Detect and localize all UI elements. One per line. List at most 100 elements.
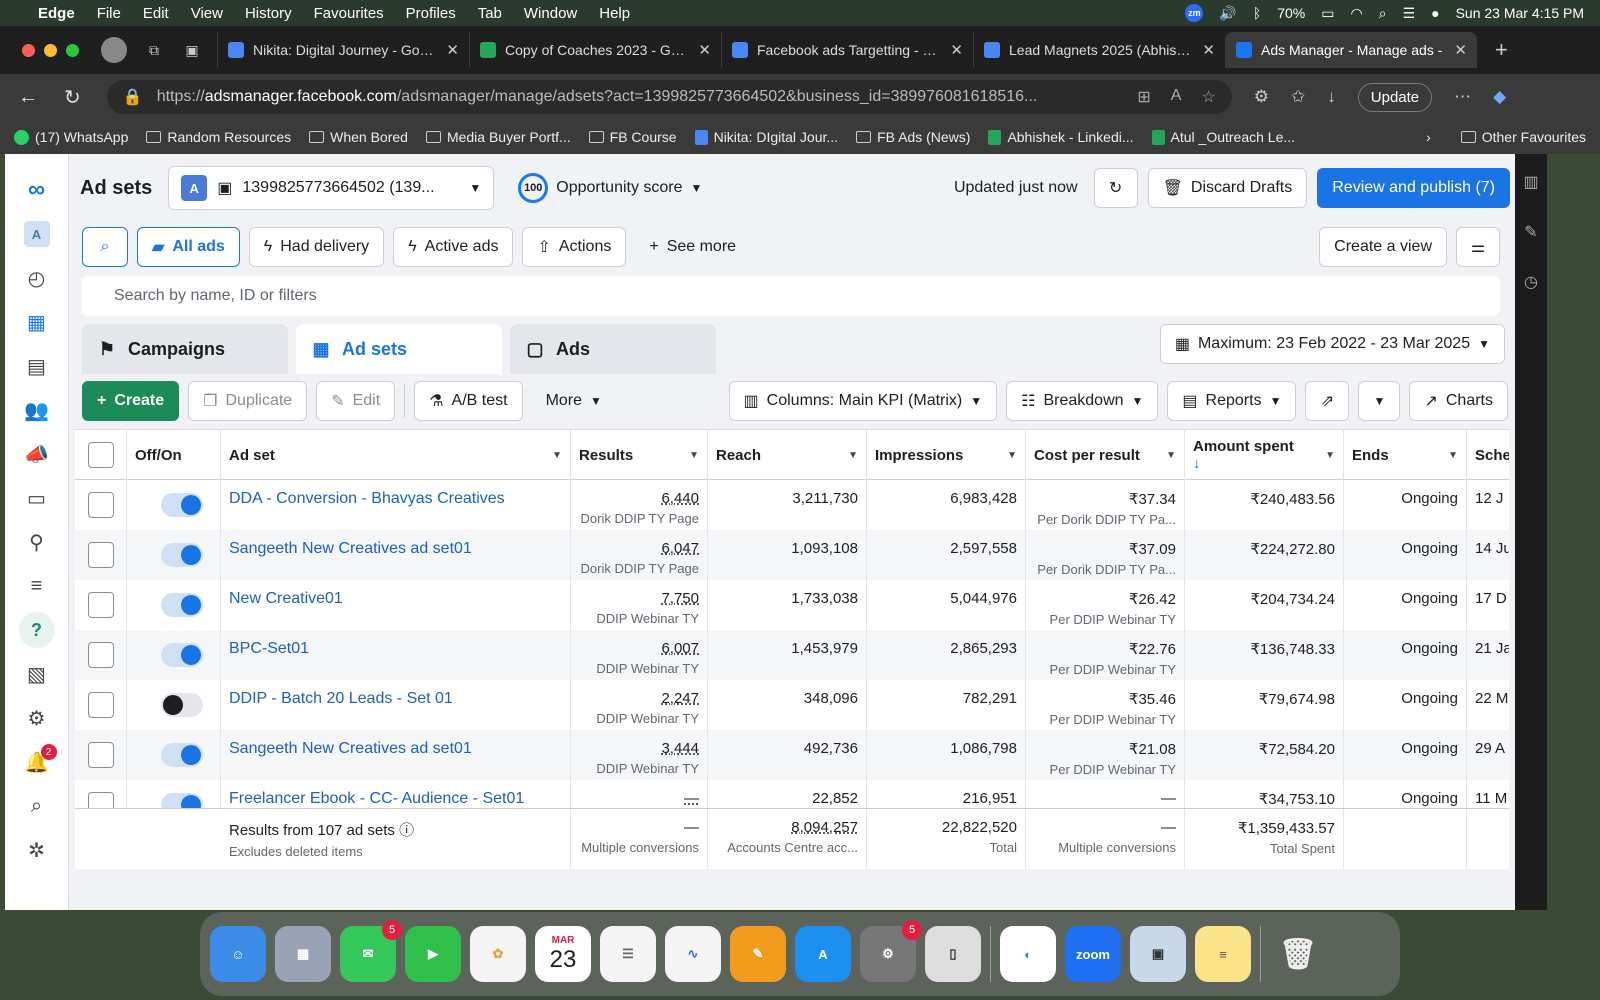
trash-icon[interactable]: 🗑 (1270, 926, 1326, 982)
chevron-right-icon[interactable]: › (1426, 129, 1431, 145)
reports-icon[interactable]: ▤ (17, 346, 57, 386)
favourites-icon[interactable]: ✩ (1291, 87, 1305, 107)
columns-button[interactable]: ▥ Columns: Main KPI (Matrix) ▼ (728, 381, 998, 421)
read-aloud-icon[interactable]: A (1171, 87, 1182, 107)
bug-report-icon[interactable]: ✲ (17, 830, 57, 870)
app-available-icon[interactable]: ⊞ (1137, 87, 1150, 107)
new-tab-button[interactable]: + (1495, 37, 1508, 63)
select-all-checkbox[interactable] (87, 442, 114, 468)
row-checkbox[interactable] (87, 592, 114, 618)
opportunity-score[interactable]: 100 Opportunity score ▼ (518, 173, 702, 203)
menu-profiles[interactable]: Profiles (406, 5, 456, 22)
actions-filter[interactable]: ⇧ Actions (522, 227, 627, 267)
tab-copy-of-coaches[interactable]: Copy of Coaches 2023 - Google ✕ (469, 32, 721, 68)
table-row[interactable]: DDA - Conversion - Bhavyas Creatives 6,44… (75, 480, 1509, 530)
menu-history[interactable]: History (245, 5, 292, 22)
audiences-icon[interactable]: 👥 (17, 390, 57, 430)
row-checkbox[interactable] (87, 742, 114, 768)
refresh-icon[interactable]: ↻ (64, 85, 81, 110)
adset-name-link[interactable]: BPC-Set01 (221, 630, 571, 680)
menu-help[interactable]: Help (599, 5, 630, 22)
sort-caret-icon[interactable]: ▼ (1007, 450, 1017, 461)
export-options-button[interactable]: ▼ (1358, 381, 1401, 421)
profile-avatar[interactable] (101, 37, 127, 63)
close-icon[interactable]: ✕ (1202, 41, 1215, 59)
volume-icon[interactable]: 🔊 (1219, 5, 1236, 22)
battery-percent[interactable]: 70% (1277, 5, 1305, 21)
menu-favourites[interactable]: Favourites (314, 5, 384, 22)
menu-edit[interactable]: Edit (143, 5, 169, 22)
billing-icon[interactable]: ▭ (17, 478, 57, 518)
export-button[interactable]: ⇗ (1305, 381, 1350, 421)
vertical-tabs-icon[interactable]: ▣ (179, 37, 205, 63)
favourite-star-icon[interactable]: ☆ (1201, 87, 1215, 107)
delivery-toggle[interactable] (161, 493, 203, 517)
close-icon[interactable]: ✕ (950, 41, 963, 59)
system-settings-icon[interactable]: ⚙ 5 (860, 920, 922, 982)
menu-view[interactable]: View (191, 5, 223, 22)
control-center-icon[interactable]: ☰ (1403, 5, 1416, 22)
campaigns-table-icon[interactable]: ▦ (17, 302, 57, 342)
preview-icon[interactable]: ▣ (1130, 926, 1186, 982)
tab-adsets[interactable]: ▦ Ad sets (296, 324, 502, 374)
sort-caret-icon[interactable]: ▼ (689, 450, 699, 461)
zoom-status-icon[interactable]: zm (1185, 4, 1204, 22)
news-icon[interactable]: ▧ (17, 654, 57, 694)
finder-icon[interactable]: ☺ (210, 926, 266, 982)
siri-icon[interactable]: ● (1431, 5, 1439, 21)
close-icon[interactable]: ✕ (1454, 41, 1467, 59)
all-ads-filter[interactable]: ▰ All ads (137, 227, 240, 267)
facetime-icon[interactable]: ▶ (405, 926, 461, 982)
sort-caret-icon[interactable]: ▼ (1448, 450, 1458, 461)
messages-icon[interactable]: ✉ 5 (340, 920, 402, 982)
header-reach[interactable]: Reach ▼ (708, 430, 867, 480)
delivery-toggle[interactable] (161, 543, 203, 567)
row-checkbox[interactable] (87, 542, 114, 568)
launchpad-icon[interactable]: ▦ (275, 926, 331, 982)
close-icon[interactable]: ✕ (698, 41, 711, 59)
discard-drafts-button[interactable]: 🗑 Discard Drafts (1147, 168, 1308, 208)
search-icon[interactable]: ⌕ (17, 786, 57, 826)
date-range-picker[interactable]: ▦ Maximum: 23 Feb 2022 - 23 Mar 2025 ▼ (1159, 324, 1505, 364)
copilot-icon[interactable]: ◆ (1493, 87, 1506, 107)
delivery-toggle[interactable] (161, 593, 203, 617)
account-switcher[interactable]: A (17, 214, 57, 254)
edge-browser-icon[interactable]: ◐ (1000, 926, 1056, 982)
bookmark-nikita[interactable]: Nikita: DIgital Jour... (694, 129, 838, 145)
menu-tab[interactable]: Tab (478, 5, 502, 22)
sort-caret-icon[interactable]: ▼ (848, 450, 858, 461)
ad-account-dropdown[interactable]: A ▣ 1399825773664502 (139... ▼ (168, 166, 495, 210)
update-button[interactable]: Update (1357, 82, 1433, 112)
iphone-mirroring-icon[interactable]: ▯ (925, 926, 981, 982)
more-menu-icon[interactable]: ⋯ (1454, 87, 1471, 107)
header-schedule[interactable]: Sche (1467, 430, 1509, 480)
table-row[interactable]: BPC-Set01 6,007 DDIP Webinar TY 1,453,979 2,… (75, 630, 1509, 680)
back-icon[interactable]: ← (18, 86, 38, 109)
close-window-button[interactable] (22, 43, 35, 57)
more-button[interactable]: More ▼ (532, 381, 616, 421)
bookmark-abhishek[interactable]: Abhishek - Linkedi... (988, 129, 1134, 145)
notes-icon[interactable]: ≡ (1195, 926, 1251, 982)
info-icon[interactable]: ⓘ (399, 822, 414, 839)
collections-icon[interactable]: ⧉ (141, 37, 167, 63)
had-delivery-filter[interactable]: ϟ Had delivery (248, 227, 385, 267)
bookmark-atul[interactable]: Atul _Outreach Le... (1151, 129, 1295, 145)
sort-caret-icon[interactable]: ▼ (1166, 450, 1176, 461)
tab-facebook-ads-targetting[interactable]: Facebook ads Targetting - Google ✕ (721, 32, 973, 68)
charts-button[interactable]: ↗ Charts (1409, 381, 1508, 421)
bar-chart-icon[interactable]: ▥ (1523, 172, 1538, 192)
row-checkbox[interactable] (87, 692, 114, 718)
create-button[interactable]: + Create (82, 381, 180, 421)
reports-button[interactable]: ▤ Reports ▼ (1167, 381, 1297, 421)
adset-name-link[interactable]: New Creative01 (221, 580, 571, 630)
zoom-app-icon[interactable]: zoom (1065, 926, 1121, 982)
spotlight-icon[interactable]: ⌕ (1379, 5, 1387, 22)
downloads-icon[interactable]: ↓ (1327, 87, 1336, 107)
table-row[interactable]: Sangeeth New Creatives ad set01 3,444 DDIP… (75, 730, 1509, 780)
advertising-icon[interactable]: 📣 (17, 434, 57, 474)
table-row[interactable]: Sangeeth New Creatives ad set01 6,047 Dori… (75, 530, 1509, 580)
header-adset[interactable]: Ad set ▼ (221, 430, 571, 480)
bookmark-whatsapp[interactable]: (17) WhatsApp (14, 129, 128, 145)
bookmark-random-resources[interactable]: Random Resources (146, 129, 291, 145)
bookmark-fb-ads-news[interactable]: FB Ads (News) (856, 129, 970, 145)
